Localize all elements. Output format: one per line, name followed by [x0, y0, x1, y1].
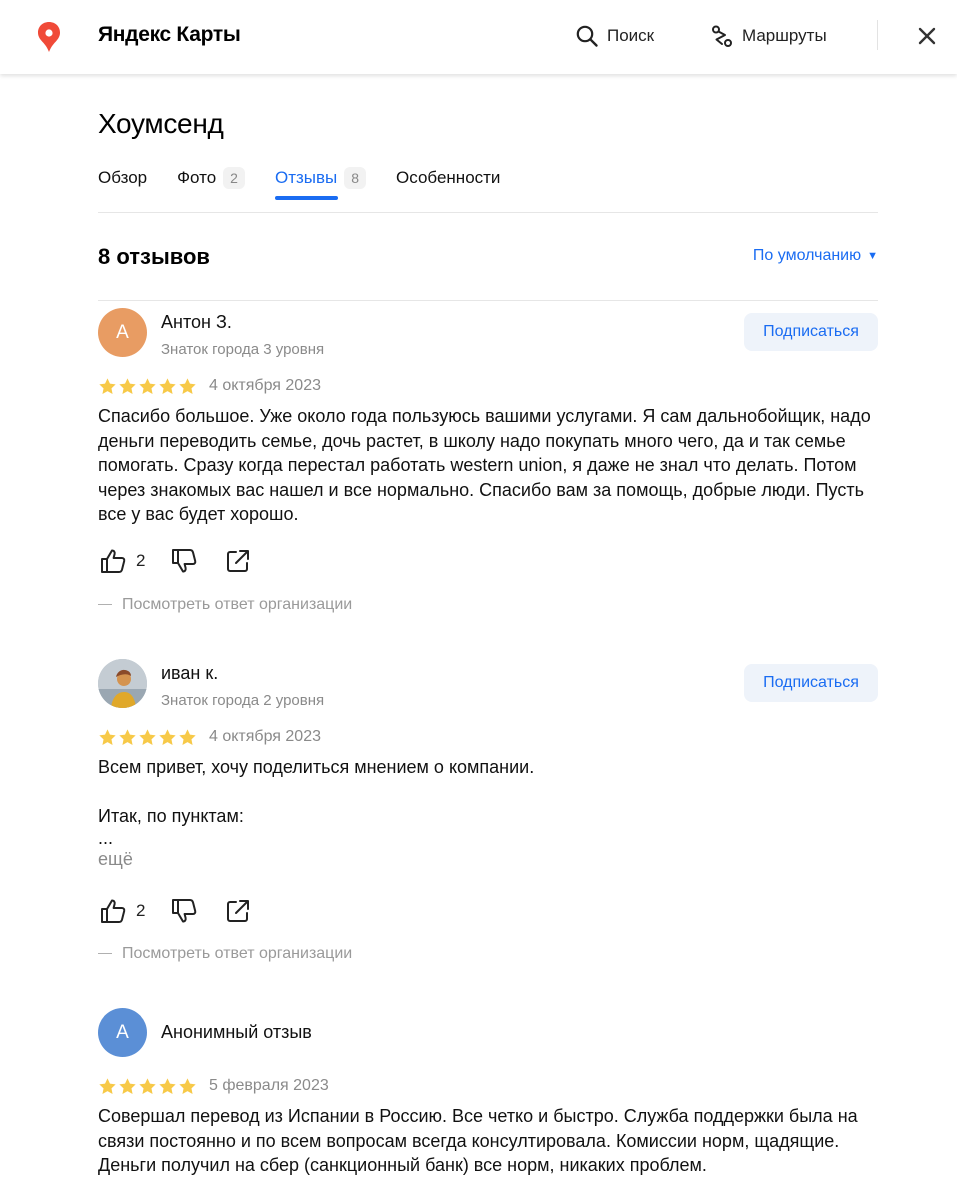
avatar-letter: А: [116, 1021, 129, 1043]
review-actions: 2: [98, 896, 267, 926]
avatar[interactable]: [98, 659, 147, 708]
star-icon: [99, 1078, 116, 1094]
page-title: Хоумсенд: [98, 108, 224, 139]
thumbs-down-icon: [172, 549, 197, 573]
review-paragraph: Совершал перевод из Испании в Россию. Вс…: [98, 1106, 858, 1175]
route-icon: [712, 25, 732, 47]
star-icon: [119, 1078, 136, 1094]
tab-count-badge: 8: [344, 167, 367, 189]
share-button[interactable]: [223, 546, 253, 576]
avatar[interactable]: А: [98, 1008, 147, 1057]
caret-down-icon: ▼: [867, 250, 878, 262]
like-button[interactable]: 2: [98, 896, 145, 926]
dislike-button[interactable]: [169, 896, 199, 926]
dash-icon: [98, 604, 112, 606]
star-icon: [99, 729, 116, 745]
tab-overview[interactable]: Обзор: [98, 164, 147, 192]
review-paragraph: Всем привет, хочу поделиться мнением о к…: [98, 757, 535, 777]
review-date: 4 октября 2023: [209, 728, 321, 745]
org-reply-link[interactable]: Посмотреть ответ организации: [98, 596, 352, 614]
share-button[interactable]: [223, 896, 253, 926]
list-divider: [98, 300, 878, 301]
search-icon: [576, 25, 598, 47]
org-reply-label: Посмотреть ответ организации: [122, 945, 353, 962]
review-date: 4 октября 2023: [209, 377, 321, 394]
tab-features[interactable]: Особенности: [396, 164, 500, 192]
search-label: Поиск: [607, 26, 655, 45]
star-icon: [179, 729, 196, 745]
like-count: 2: [136, 901, 146, 920]
review-text: Совершал перевод из Испании в Россию. Вс…: [98, 1104, 888, 1178]
like-button[interactable]: 2: [98, 546, 145, 576]
review-paragraph: Спасибо большое. Уже около года пользуюс…: [98, 406, 871, 524]
tab-photos[interactable]: Фото 2: [177, 164, 245, 192]
close-icon[interactable]: [915, 24, 939, 48]
star-icon: [179, 378, 196, 394]
star-icon: [159, 1078, 176, 1094]
thumbs-down-icon: [172, 899, 197, 923]
tabs-divider: [98, 212, 878, 213]
review-paragraph: [98, 780, 888, 805]
reviews-count: 8 отзывов: [98, 244, 210, 269]
star-icon: [99, 378, 116, 394]
dislike-button[interactable]: [169, 546, 199, 576]
share-icon: [227, 550, 250, 572]
org-reply-label: Посмотреть ответ организации: [122, 596, 353, 613]
user-photo-icon: [98, 659, 147, 708]
thumbs-up-icon: [101, 549, 126, 573]
review-paragraph: Итак, по пунктам:: [98, 806, 244, 826]
review-date: 5 февраля 2023: [209, 1077, 329, 1094]
author-level: Знаток города 3 уровня: [161, 341, 325, 358]
read-more-link[interactable]: ещё: [98, 847, 888, 872]
map-pin-icon[interactable]: [37, 22, 61, 52]
subscribe-button[interactable]: Подписаться: [744, 664, 878, 702]
subscribe-button[interactable]: Подписаться: [744, 313, 878, 351]
author-name[interactable]: Антон З.: [161, 312, 232, 333]
star-icon: [139, 378, 156, 394]
star-icon: [159, 378, 176, 394]
sort-dropdown[interactable]: По умолчанию ▼: [753, 247, 878, 265]
search-button[interactable]: Поиск: [575, 22, 654, 50]
tab-label: Особенности: [396, 168, 501, 187]
tab-count-badge: 2: [223, 167, 245, 189]
review-actions: 2: [98, 546, 267, 576]
org-reply-link[interactable]: Посмотреть ответ организации: [98, 945, 352, 963]
star-icon: [119, 729, 136, 745]
star-icon: [159, 729, 176, 745]
avatar[interactable]: А: [98, 308, 147, 357]
tab-label: Фото: [177, 168, 217, 187]
routes-label: Маршруты: [742, 26, 827, 45]
review-text: Спасибо большое. Уже около года пользуюс…: [98, 404, 888, 527]
thumbs-up-icon: [101, 899, 126, 923]
top-bar: Яндекс Карты Поиск Маршруты: [0, 0, 957, 74]
like-count: 2: [136, 551, 146, 570]
star-rating: [98, 377, 197, 396]
author-name[interactable]: иван к.: [161, 663, 218, 684]
tab-label: Обзор: [98, 168, 148, 187]
review-text: Всем привет, хочу поделиться мнением о к…: [98, 755, 888, 871]
header-divider: [877, 20, 878, 50]
avatar-letter: А: [116, 321, 129, 343]
star-icon: [139, 1078, 156, 1094]
brand-logo[interactable]: Яндекс Карты: [98, 23, 241, 47]
star-icon: [179, 1078, 196, 1094]
tab-reviews[interactable]: Отзывы 8: [274, 164, 367, 200]
star-icon: [119, 378, 136, 394]
author-name: Анонимный отзыв: [161, 1022, 312, 1042]
star-rating: [98, 1077, 197, 1096]
sort-label: По умолчанию: [752, 247, 862, 264]
dash-icon: [98, 953, 112, 955]
share-icon: [227, 900, 250, 922]
tab-label: Отзывы: [274, 168, 338, 187]
review-paragraph: ...: [98, 827, 114, 848]
author-level: Знаток города 2 уровня: [161, 692, 325, 709]
tab-bar: Обзор Фото 2 Отзывы 8 Особенности: [98, 164, 530, 204]
star-icon: [139, 729, 156, 745]
star-rating: [98, 728, 197, 747]
routes-button[interactable]: Маршруты: [710, 22, 827, 50]
